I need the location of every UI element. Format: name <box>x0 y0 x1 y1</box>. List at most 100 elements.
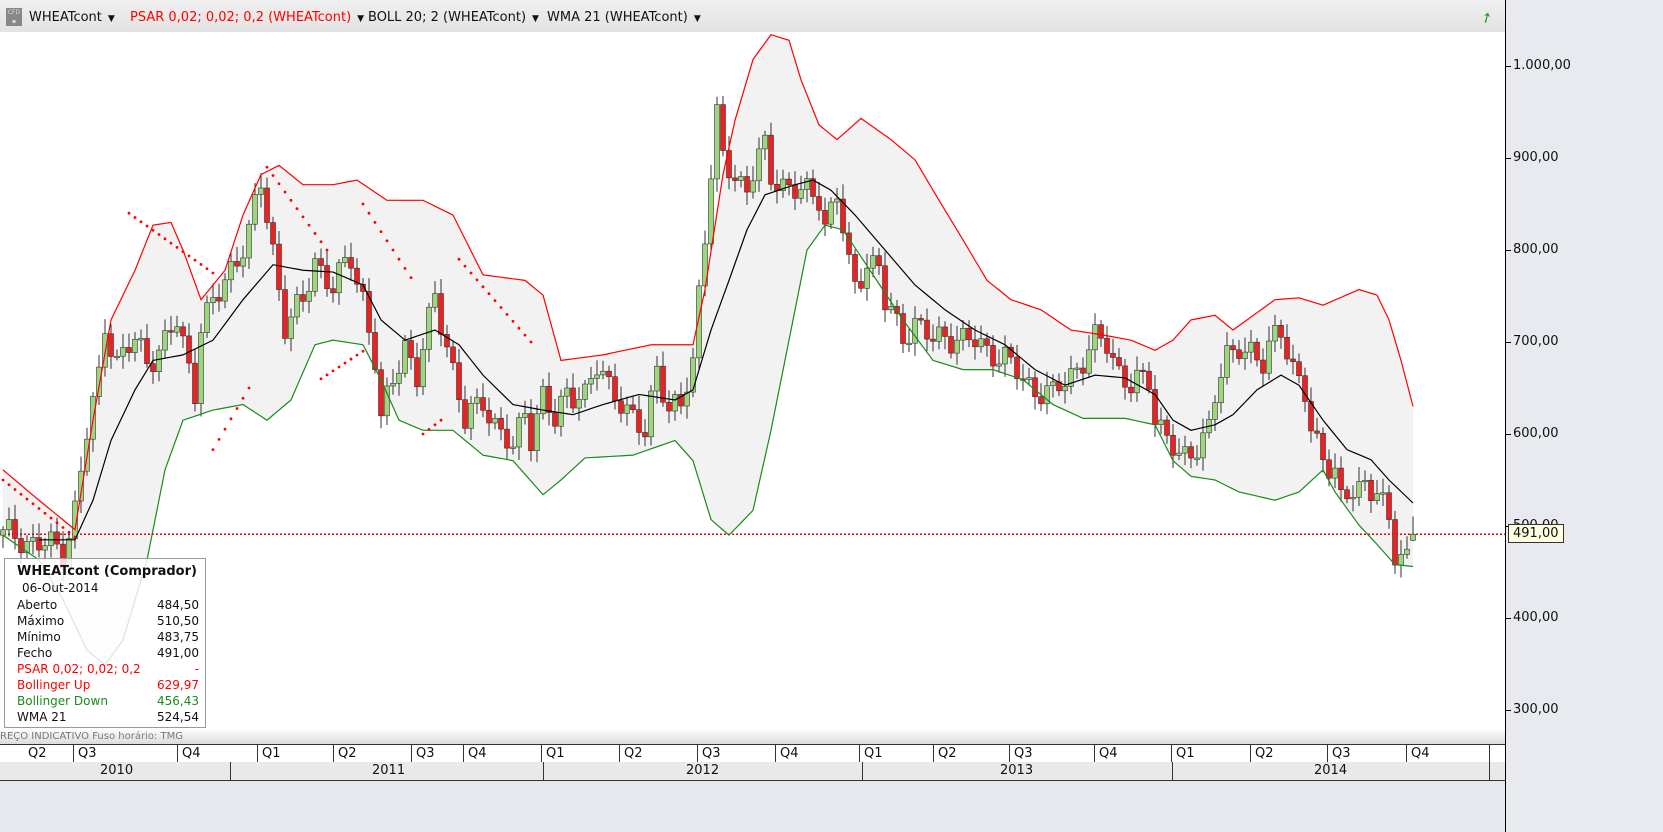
candle-down <box>642 432 648 438</box>
psar-dot <box>463 264 467 268</box>
candle-up <box>312 258 318 292</box>
candle-up <box>654 365 660 392</box>
psar-dot <box>271 174 275 177</box>
psar-dot <box>493 299 497 302</box>
psar-dot <box>49 516 53 520</box>
data-info-box: WHEATcont (Comprador) 06-Out-2014 Aberto… <box>4 558 206 728</box>
info-row-value: 456,43 <box>157 694 199 708</box>
quarter-separator <box>1171 745 1172 763</box>
candle-up <box>558 395 564 427</box>
candle-down <box>552 412 558 427</box>
candle-up <box>624 404 630 414</box>
quarter-label: Q2 <box>1255 746 1274 761</box>
quarter-separator <box>1250 745 1251 763</box>
bollinger-band-fill <box>3 34 1413 665</box>
candle-up <box>1332 467 1338 479</box>
candle-down <box>348 257 354 269</box>
candle-up <box>174 326 180 333</box>
psar-dot <box>199 263 203 266</box>
y-tick <box>1505 250 1511 251</box>
info-row-label: PSAR 0,02; 0,02; 0,2 <box>17 662 141 676</box>
psar-dot <box>19 492 23 496</box>
candle-down <box>930 338 936 342</box>
candle-down <box>1236 349 1242 359</box>
psar-dot <box>73 535 77 539</box>
candle-up <box>690 357 696 393</box>
candle-down <box>108 333 114 357</box>
candle-up <box>1404 548 1410 555</box>
quarter-label: Q3 <box>702 746 721 761</box>
psar-dot <box>133 216 137 219</box>
candle-up <box>1086 349 1092 374</box>
candle-down <box>318 258 324 266</box>
candle-up <box>42 545 48 551</box>
candle-up <box>978 338 984 348</box>
candle-up <box>576 399 582 409</box>
candle-down <box>732 177 738 181</box>
candle-up <box>1194 457 1200 460</box>
candle-up <box>252 194 258 225</box>
candle-up <box>1218 377 1224 404</box>
candle-down <box>1290 358 1296 362</box>
candle-down <box>948 336 954 354</box>
psar-dot <box>481 285 485 289</box>
candle-up <box>996 363 1002 367</box>
candle-down <box>18 538 24 554</box>
candle-up <box>426 306 432 350</box>
candle-up <box>132 338 138 353</box>
candle-down <box>1296 361 1302 376</box>
quarter-label: Q2 <box>938 746 957 761</box>
candle-up <box>870 255 876 269</box>
psar-dot <box>511 319 515 323</box>
candle-up <box>960 327 966 341</box>
psar-dot <box>229 417 233 421</box>
psar-dot <box>31 502 35 506</box>
year-label: 2011 <box>372 763 406 778</box>
candle-down <box>942 326 948 337</box>
candle-down <box>1140 369 1146 372</box>
quarter-separator <box>619 745 620 763</box>
candle-down <box>216 297 222 302</box>
quarter-separator <box>1094 745 1095 763</box>
psar-dot <box>337 365 341 369</box>
psar-dot <box>319 377 323 381</box>
candle-up <box>0 529 6 536</box>
quarter-label: Q2 <box>28 746 47 761</box>
quarter-separator <box>1327 745 1328 763</box>
candle-up <box>1356 481 1362 498</box>
candle-up <box>1074 367 1080 370</box>
quarter-label: Q4 <box>780 746 799 761</box>
y-tick-label: 700,00 <box>1513 334 1559 349</box>
candle-down <box>1254 341 1260 361</box>
candle-up <box>648 390 654 438</box>
candle-down <box>1320 433 1326 461</box>
candle-down <box>186 335 192 364</box>
psar-dot <box>187 254 191 258</box>
candle-down <box>744 176 750 193</box>
psar-dot <box>427 428 431 431</box>
psar-dot <box>295 207 299 211</box>
psar-dot <box>169 241 173 245</box>
candle-down <box>990 345 996 367</box>
psar-dot <box>403 267 407 270</box>
candle-down <box>144 338 150 364</box>
candle-down <box>666 401 672 412</box>
candle-down <box>852 254 858 282</box>
psar-dot <box>307 223 311 227</box>
y-tick-label: 900,00 <box>1513 150 1559 165</box>
candle-down <box>822 210 828 225</box>
candle-up <box>396 372 402 384</box>
candle-down <box>504 428 510 449</box>
psar-dot <box>409 276 413 279</box>
info-row-value: 483,75 <box>157 630 199 644</box>
candle-up <box>1050 381 1056 387</box>
info-row: Bollinger Up 629,97 <box>17 678 199 694</box>
y-tick-label: 1.000,00 <box>1513 58 1571 73</box>
quarter-label: Q4 <box>468 746 487 761</box>
psar-dot <box>139 220 143 224</box>
candle-up <box>594 374 600 379</box>
quarter-label: Q3 <box>78 746 97 761</box>
candle-up <box>954 339 960 354</box>
psar-dot <box>13 488 17 491</box>
candle-down <box>1164 419 1170 436</box>
